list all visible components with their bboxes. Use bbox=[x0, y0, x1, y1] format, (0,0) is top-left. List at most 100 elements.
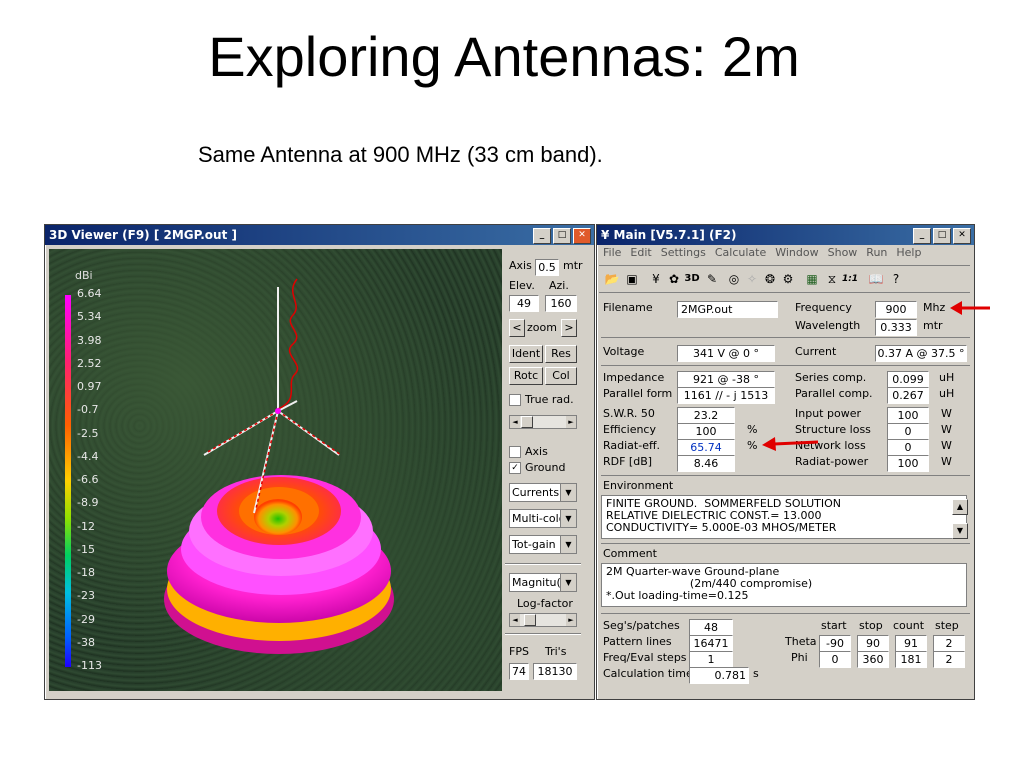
viewer-window: 3D Viewer (F9) [ 2MGP.out ] _ □ ✕ dBi 6.… bbox=[44, 224, 595, 700]
efficiency-label: Efficiency bbox=[603, 423, 656, 436]
menu-file[interactable]: File bbox=[603, 246, 621, 259]
viewer-title: 3D Viewer (F9) [ 2MGP.out ] bbox=[49, 228, 237, 242]
axis-checkbox[interactable]: Axis bbox=[509, 445, 548, 458]
ident-button[interactable]: Ident bbox=[509, 345, 543, 363]
magnitude-select[interactable]: Magnitu(▼ bbox=[509, 573, 577, 592]
legend-value: -29 bbox=[77, 613, 95, 626]
true-rad-checkbox[interactable]: True rad. bbox=[509, 393, 574, 406]
theta-count[interactable]: 91 bbox=[895, 635, 927, 652]
structure-loss-label: Structure loss bbox=[795, 423, 871, 436]
impedance-field: 921 @ -38 ° bbox=[677, 371, 775, 388]
azi-input[interactable]: 160 bbox=[545, 295, 577, 312]
maximize-button[interactable]: □ bbox=[553, 228, 571, 244]
match-icon[interactable]: ⧖ bbox=[823, 270, 841, 288]
optimizer-icon[interactable]: ⚙ bbox=[779, 270, 797, 288]
col-button[interactable]: Col bbox=[545, 367, 577, 385]
plot-icon[interactable]: ✎ bbox=[703, 270, 721, 288]
fps-label: FPS bbox=[509, 645, 529, 658]
series-comp-label: Series comp. bbox=[795, 371, 867, 384]
current-label: Current bbox=[795, 345, 837, 358]
help-icon[interactable]: ? bbox=[887, 270, 905, 288]
main-titlebar[interactable]: ¥ Main [V5.7.1] (F2) _ □ ✕ bbox=[597, 225, 974, 245]
current-distribution bbox=[277, 278, 299, 410]
viewer-controls: Axis 0.5 mtr Elev. Azi. 49 160 < zoom > … bbox=[505, 249, 590, 691]
logfactor-slider[interactable]: ◄ ► bbox=[509, 613, 577, 627]
multicolor-select[interactable]: Multi-colo ▼ bbox=[509, 509, 577, 528]
calc-time-label: Calculation time bbox=[603, 667, 693, 680]
comment-text[interactable]: 2M Quarter-wave Ground-plane (2m/440 com… bbox=[601, 563, 967, 607]
frequency-input[interactable]: 900 bbox=[875, 301, 917, 318]
menu-show[interactable]: Show bbox=[828, 246, 858, 259]
calculator-icon[interactable]: ▦ bbox=[803, 270, 821, 288]
totgain-select[interactable]: Tot-gain ▼ bbox=[509, 535, 577, 554]
menu-help[interactable]: Help bbox=[896, 246, 921, 259]
viewer-titlebar[interactable]: 3D Viewer (F9) [ 2MGP.out ] _ □ ✕ bbox=[45, 225, 594, 245]
viewer-canvas[interactable]: dBi 6.64 5.34 3.98 2.52 0.97 -0.7 -2.5 -4.4 -6.6… bbox=[49, 249, 502, 691]
legend-value: 6.64 bbox=[77, 287, 102, 300]
zoom-out-button[interactable]: < bbox=[509, 319, 525, 337]
segs-label: Seg's/patches bbox=[603, 619, 680, 632]
legend-value: -2.5 bbox=[77, 427, 99, 440]
phi-stop[interactable]: 360 bbox=[857, 651, 889, 668]
series-comp-field: 0.099 bbox=[887, 371, 929, 388]
axis-unit: mtr bbox=[563, 259, 583, 272]
legend-value: 2.52 bbox=[77, 357, 102, 370]
legend-unit: dBi bbox=[75, 269, 93, 282]
smith-chart-icon[interactable]: ◎ bbox=[725, 270, 743, 288]
theta-stop[interactable]: 90 bbox=[857, 635, 889, 652]
legend-value: -18 bbox=[77, 566, 95, 579]
menu-settings[interactable]: Settings bbox=[661, 246, 706, 259]
legend-value: 3.98 bbox=[77, 334, 102, 347]
close-button[interactable]: ✕ bbox=[573, 228, 591, 244]
calc-time-unit: s bbox=[753, 667, 759, 680]
open-folder-icon[interactable]: 📂 bbox=[603, 270, 621, 288]
minimize-button[interactable]: _ bbox=[533, 228, 551, 244]
ground-checkbox[interactable]: ✓ Ground bbox=[509, 461, 565, 474]
col-count: count bbox=[893, 619, 925, 632]
scroll-down-icon[interactable]: ▼ bbox=[952, 523, 968, 539]
3d-icon[interactable]: 3D bbox=[683, 270, 701, 288]
scroll-up-icon[interactable]: ▲ bbox=[952, 499, 968, 515]
copy-icon[interactable]: ▣ bbox=[623, 270, 641, 288]
phi-start[interactable]: 0 bbox=[819, 651, 851, 668]
chevron-down-icon: ▼ bbox=[560, 536, 576, 553]
impedance-label: Impedance bbox=[603, 371, 665, 384]
zoom-in-button[interactable]: > bbox=[561, 319, 577, 337]
rotc-button[interactable]: Rotc bbox=[509, 367, 543, 385]
menu-window[interactable]: Window bbox=[775, 246, 818, 259]
res-button[interactable]: Res bbox=[545, 345, 577, 363]
phi-step[interactable]: 2 bbox=[933, 651, 965, 668]
maximize-button[interactable]: □ bbox=[933, 228, 951, 244]
menu-run[interactable]: Run bbox=[866, 246, 887, 259]
scale-icon[interactable]: 1:1 bbox=[841, 270, 859, 288]
antenna-icon[interactable]: ¥ bbox=[647, 270, 665, 288]
parallel-form-field: 1161 // - j 1513 bbox=[677, 387, 775, 404]
main-window: ¥ Main [V5.7.1] (F2) _ □ ✕ File Edit Setti… bbox=[596, 224, 975, 700]
close-button[interactable]: ✕ bbox=[953, 228, 971, 244]
menu-calculate[interactable]: Calculate bbox=[715, 246, 766, 259]
legend-value: -6.6 bbox=[77, 473, 99, 486]
theta-start[interactable]: -90 bbox=[819, 635, 851, 652]
currents-select[interactable]: Currents ▼ bbox=[509, 483, 577, 502]
minimize-button[interactable]: _ bbox=[913, 228, 931, 244]
environment-text[interactable]: FINITE GROUND. SOMMERFELD SOLUTION RELAT… bbox=[601, 495, 967, 539]
input-power-field: 100 bbox=[887, 407, 929, 424]
axis-input[interactable]: 0.5 bbox=[535, 259, 559, 276]
menu-edit[interactable]: Edit bbox=[630, 246, 651, 259]
sweep-icon[interactable]: ✧ bbox=[743, 270, 761, 288]
pattern-lines-label: Pattern lines bbox=[603, 635, 672, 648]
frequency-unit: Mhz bbox=[923, 301, 946, 314]
logfactor-label: Log-factor bbox=[517, 597, 573, 610]
theta-step[interactable]: 2 bbox=[933, 635, 965, 652]
viewer-hscroll-1[interactable]: ◄ ► bbox=[509, 415, 577, 429]
far-field-icon[interactable]: ❂ bbox=[761, 270, 779, 288]
voltage-label: Voltage bbox=[603, 345, 645, 358]
chevron-down-icon: ▼ bbox=[560, 484, 576, 501]
radiat-power-label: Radiat-power bbox=[795, 455, 869, 468]
legend-value: -23 bbox=[77, 589, 95, 602]
pattern-icon[interactable]: ✿ bbox=[665, 270, 683, 288]
book-icon[interactable]: 📖 bbox=[867, 270, 885, 288]
elev-input[interactable]: 49 bbox=[509, 295, 539, 312]
phi-count[interactable]: 181 bbox=[895, 651, 927, 668]
structure-loss-field: 0 bbox=[887, 423, 929, 440]
